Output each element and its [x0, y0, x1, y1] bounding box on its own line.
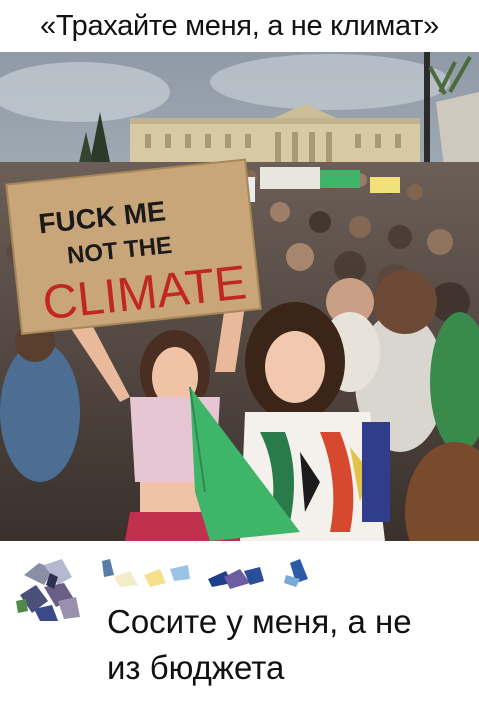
top-caption: «Трахайте меня, а не климат» — [40, 9, 439, 42]
comment-line-2: из бюджета — [107, 649, 285, 686]
comment-text: Сосите у меня, а не из бюджета — [107, 599, 467, 691]
comment: Сосите у меня, а не из бюджета — [0, 541, 479, 714]
author-name-blurred[interactable] — [100, 557, 320, 593]
protest-photo: FUCK ME NOT THE CLIMATE — [0, 52, 479, 541]
comment-line-1: Сосите у меня, а не — [107, 603, 412, 640]
avatar[interactable] — [14, 555, 82, 623]
